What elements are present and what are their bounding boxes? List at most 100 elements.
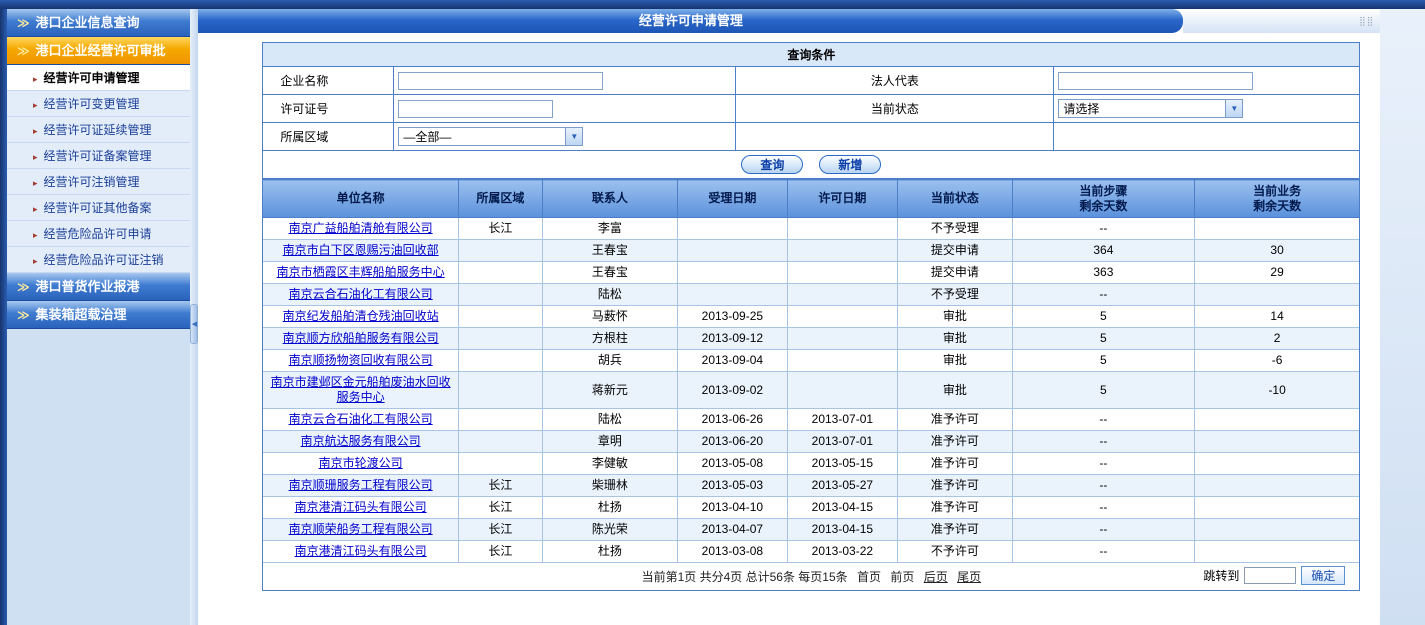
sidebar-menu: ≫港口企业信息查询≫港口企业经营许可审批 ▸ 经营许可申请管理 ▸ 经营许可变更管理 ▸经… bbox=[7, 9, 190, 329]
dropdown-arrow-icon: ▼ bbox=[1225, 100, 1242, 117]
status-label: 当前状态 bbox=[736, 95, 1054, 123]
company-link[interactable]: 南京港清江码头有限公司 bbox=[295, 500, 427, 514]
table-cell: 马薮怀 bbox=[542, 306, 677, 328]
table-cell bbox=[458, 306, 542, 328]
table-cell: 长江 bbox=[458, 519, 542, 541]
company-name-cell: 南京云合石油化工有限公司 bbox=[263, 284, 458, 306]
company-link[interactable]: 南京顺扬物资回收有限公司 bbox=[289, 353, 433, 367]
sidebar-group-item[interactable]: ≫港口企业信息查询 bbox=[7, 9, 190, 37]
sidebar-sub-item[interactable]: ▸ 经营许可变更管理 bbox=[7, 91, 190, 117]
company-link[interactable]: 南京航达服务有限公司 bbox=[301, 434, 421, 448]
company-link[interactable]: 南京港清江码头有限公司 bbox=[295, 544, 427, 558]
table-cell: 胡兵 bbox=[542, 350, 677, 372]
company-link[interactable]: 南京云合石油化工有限公司 bbox=[289, 287, 433, 301]
sidebar-collapse-handle[interactable]: ◀ bbox=[190, 304, 198, 344]
table-cell: 14 bbox=[1194, 306, 1359, 328]
jump-confirm-button[interactable]: 确定 bbox=[1301, 566, 1345, 585]
jump-label: 跳转到 bbox=[1203, 567, 1239, 584]
legal-rep-input[interactable] bbox=[1058, 72, 1253, 90]
company-link[interactable]: 南京顺荣船务工程有限公司 bbox=[289, 522, 433, 536]
sidebar-item-label: 经营许可注销管理 bbox=[43, 175, 139, 189]
company-link[interactable]: 南京纪发船舶清仓残油回收站 bbox=[283, 309, 439, 323]
table-cell: 2013-06-20 bbox=[677, 431, 787, 453]
main-area: 经营许可申请管理 ⣿⣿ 查询条件 企业名称 法人代表 许可证号 当前状态 bbox=[198, 9, 1380, 625]
arrow-bullet-icon: ▸ bbox=[33, 74, 38, 84]
table-row: 南京市轮渡公司李健敏2013-05-082013-05-15准予许可-- bbox=[263, 453, 1359, 475]
table-cell bbox=[1194, 431, 1359, 453]
license-no-input[interactable] bbox=[398, 100, 553, 118]
table-header-row: 单位名称所属区域联系人受理日期许可日期当前状态当前步骤 剩余天数当前业务 剩余天… bbox=[263, 180, 1359, 218]
company-link[interactable]: 南京顺方欣船舶服务有限公司 bbox=[283, 331, 439, 345]
table-cell: 不予受理 bbox=[897, 218, 1012, 240]
table-cell: 准予许可 bbox=[897, 431, 1012, 453]
company-link[interactable]: 南京市建邺区金元船舶废油水回收服务中心 bbox=[271, 375, 451, 404]
company-name-cell: 南京市建邺区金元船舶废油水回收服务中心 bbox=[263, 372, 458, 409]
sidebar-sub-item[interactable]: ▸经营危险品许可申请 bbox=[7, 221, 190, 247]
search-button[interactable]: 查询 bbox=[741, 155, 803, 174]
table-cell: 章明 bbox=[542, 431, 677, 453]
table-cell bbox=[1194, 284, 1359, 306]
grip-dots-icon: ⣿⣿ bbox=[1359, 16, 1374, 27]
table-cell bbox=[1194, 519, 1359, 541]
license-no-label: 许可证号 bbox=[263, 95, 394, 123]
sidebar-group-item[interactable]: ≫港口企业经营许可审批 bbox=[7, 37, 190, 65]
company-name-input[interactable] bbox=[398, 72, 603, 90]
query-panel: 查询条件 企业名称 法人代表 许可证号 当前状态 请选择 ▼ bbox=[262, 42, 1360, 591]
sidebar-sub-item[interactable]: ▸ 经营许可申请管理 bbox=[7, 65, 190, 91]
table-cell: 2013-05-15 bbox=[787, 453, 897, 475]
double-chevron-icon: ≫ bbox=[17, 280, 30, 294]
pagination-prev: 前页 bbox=[890, 570, 914, 584]
add-button[interactable]: 新增 bbox=[819, 155, 881, 174]
table-cell: 准予许可 bbox=[897, 497, 1012, 519]
sidebar-group-item[interactable]: ≫港口普货作业报港 bbox=[7, 273, 190, 301]
table-cell: 李健敏 bbox=[542, 453, 677, 475]
sidebar-group-item[interactable]: ≫集装箱超载治理 bbox=[7, 301, 190, 329]
table-cell: 2013-05-03 bbox=[677, 475, 787, 497]
table-cell: 陈光荣 bbox=[542, 519, 677, 541]
table-cell bbox=[1194, 497, 1359, 519]
table-cell bbox=[787, 262, 897, 284]
pagination-next[interactable]: 后页 bbox=[924, 570, 948, 584]
arrow-bullet-icon: ▸ bbox=[33, 100, 38, 110]
pagination-last[interactable]: 尾页 bbox=[957, 570, 981, 584]
sidebar-collapse-bar[interactable]: ◀ bbox=[190, 9, 198, 625]
company-name-label: 企业名称 bbox=[263, 67, 394, 95]
company-link[interactable]: 南京广益船舶清舱有限公司 bbox=[289, 221, 433, 235]
table-cell bbox=[787, 284, 897, 306]
sidebar-sub-item[interactable]: ▸经营许可证其他备案 bbox=[7, 195, 190, 221]
table-cell: 准予许可 bbox=[897, 453, 1012, 475]
table-cell bbox=[1194, 541, 1359, 563]
table-cell: 审批 bbox=[897, 372, 1012, 409]
region-select[interactable]: —全部— ▼ bbox=[398, 127, 583, 146]
company-link[interactable]: 南京云合石油化工有限公司 bbox=[289, 412, 433, 426]
jump-page-input[interactable] bbox=[1244, 567, 1296, 584]
pagination-center: 当前第1页 共分4页 总计56条 每页15条 首页 前页 后页 尾页 bbox=[639, 568, 984, 585]
company-name-cell: 南京港清江码头有限公司 bbox=[263, 541, 458, 563]
sidebar-item-label: 经营许可申请管理 bbox=[43, 71, 139, 85]
table-cell bbox=[787, 350, 897, 372]
table-cell: 提交申请 bbox=[897, 262, 1012, 284]
dropdown-arrow-icon: ▼ bbox=[565, 128, 582, 145]
table-row: 南京顺方欣船舶服务有限公司方根柱2013-09-12审批52 bbox=[263, 328, 1359, 350]
table-cell: 2013-09-12 bbox=[677, 328, 787, 350]
sidebar-sub-item[interactable]: ▸经营许可证延续管理 bbox=[7, 117, 190, 143]
table-cell: 30 bbox=[1194, 240, 1359, 262]
company-link[interactable]: 南京顺珊服务工程有限公司 bbox=[289, 478, 433, 492]
sidebar-item-label: 经营许可变更管理 bbox=[43, 97, 139, 111]
company-name-cell: 南京市白下区恩赐污油回收部 bbox=[263, 240, 458, 262]
status-select[interactable]: 请选择 ▼ bbox=[1058, 99, 1243, 118]
company-link[interactable]: 南京市轮渡公司 bbox=[319, 456, 403, 470]
table-cell: 准予许可 bbox=[897, 409, 1012, 431]
query-panel-title: 查询条件 bbox=[263, 43, 1359, 67]
table-cell: 长江 bbox=[458, 497, 542, 519]
pagination-bar: 当前第1页 共分4页 总计56条 每页15条 首页 前页 后页 尾页 跳转到 确… bbox=[263, 563, 1359, 590]
sidebar-sub-item[interactable]: ▸经营许可注销管理 bbox=[7, 169, 190, 195]
company-link[interactable]: 南京市栖霞区丰辉船舶服务中心 bbox=[277, 265, 445, 279]
sidebar-sub-item[interactable]: ▸经营许可证备案管理 bbox=[7, 143, 190, 169]
empty-cell bbox=[736, 123, 1054, 151]
company-name-cell: 南京航达服务有限公司 bbox=[263, 431, 458, 453]
table-row: 南京纪发船舶清仓残油回收站马薮怀2013-09-25审批514 bbox=[263, 306, 1359, 328]
company-link[interactable]: 南京市白下区恩赐污油回收部 bbox=[283, 243, 439, 257]
table-cell bbox=[787, 306, 897, 328]
sidebar-sub-item[interactable]: ▸经营危险品许可证注销 bbox=[7, 247, 190, 273]
